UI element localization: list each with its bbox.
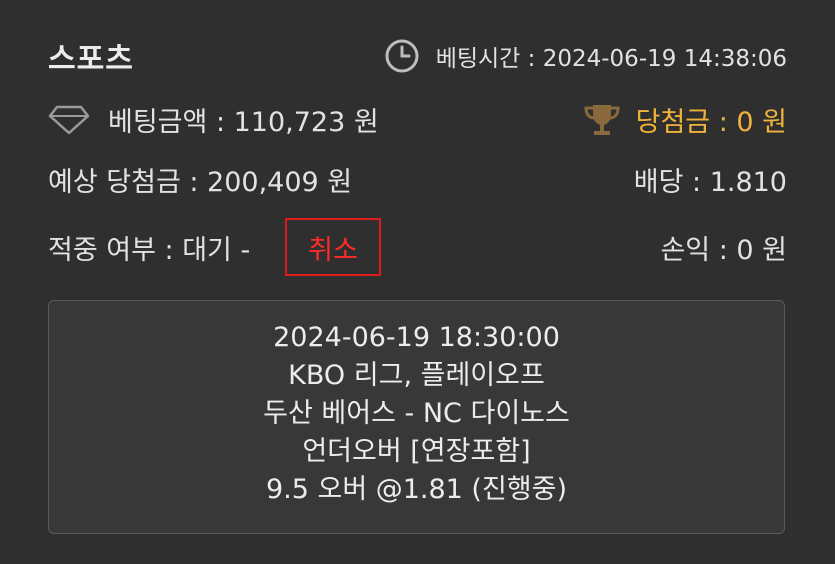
- bet-detail-box: 2024-06-19 18:30:00 KBO 리그, 플레이오프 두산 베어스…: [48, 300, 785, 534]
- market-type: 언더오버 [연장포함]: [302, 436, 531, 467]
- section-title: 스포츠: [48, 42, 134, 77]
- trophy-icon: [584, 104, 620, 135]
- clock-icon: [385, 39, 419, 73]
- match-teams: 두산 베어스 - NC 다이노스: [263, 398, 570, 429]
- winnings-text: 당첨금 : 0 원: [635, 107, 787, 138]
- bet-amount: 베팅금액 : 110,723 원: [48, 100, 379, 139]
- expected-winnings: 예상 당첨금 : 200,409 원: [48, 167, 353, 198]
- bet-time-text: 베팅시간 : 2024-06-19 14:38:06: [435, 46, 787, 72]
- odds: 배당 : 1.810: [633, 167, 787, 198]
- bet-time: 베팅시간 : 2024-06-19 14:38:06: [384, 38, 787, 74]
- winnings: 당첨금 : 0 원: [582, 100, 787, 139]
- bet-slip-card: 스포츠 베팅시간 : 2024-06-19 14:38:06 베팅금액 : 11…: [0, 0, 835, 564]
- league-name: KBO 리그, 플레이오프: [288, 360, 545, 391]
- hit-status: 적중 여부 : 대기 -: [48, 235, 251, 266]
- selection: 9.5 오버 @1.81 (진행중): [265, 474, 568, 505]
- profit-loss: 손익 : 0 원: [660, 235, 787, 266]
- cancel-button[interactable]: 취소: [285, 218, 381, 276]
- bet-amount-text: 베팅금액 : 110,723 원: [108, 107, 379, 138]
- match-datetime: 2024-06-19 18:30:00: [273, 322, 560, 353]
- diamond-icon: [48, 105, 90, 134]
